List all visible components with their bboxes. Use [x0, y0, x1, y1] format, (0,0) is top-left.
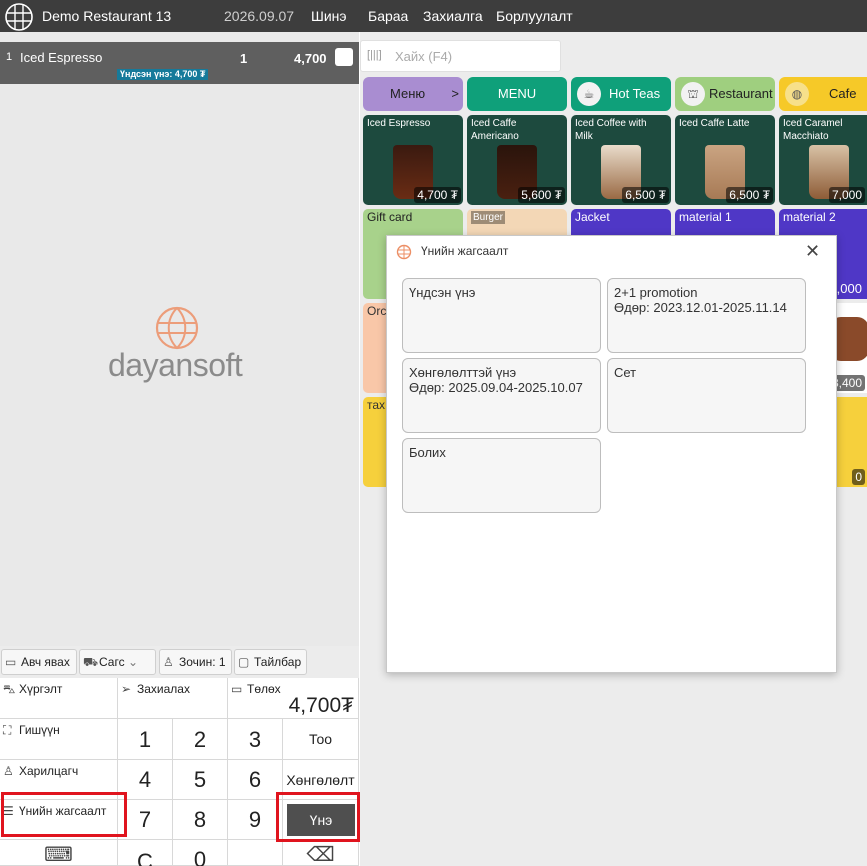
- digit-0-button[interactable]: 0: [173, 840, 228, 866]
- quantity-button[interactable]: Тоо: [283, 719, 359, 760]
- product-tile[interactable]: Iced Caffe Americano 5,600 ₮: [467, 115, 567, 205]
- chevron-right-icon: >: [451, 86, 459, 101]
- nav-sales[interactable]: Борлуулалт: [496, 7, 573, 25]
- cloche-icon: ⛫: [681, 82, 705, 106]
- coffee-bean-icon: ◍: [785, 82, 809, 106]
- price-option-set[interactable]: Сет: [607, 358, 806, 433]
- person-icon: ♙: [3, 764, 14, 778]
- delivery-button[interactable]: ⛍ Хүргэлт: [0, 678, 118, 719]
- send-icon: ➢: [121, 682, 132, 696]
- backspace-icon: ⌫: [306, 844, 335, 866]
- pay-button[interactable]: ▭ Төлөх 4,700₮: [228, 678, 359, 719]
- keyboard-button[interactable]: ⌨: [0, 840, 118, 866]
- member-icon: ⛶: [3, 723, 12, 737]
- comment-icon: ▢: [238, 655, 250, 669]
- product-tile[interactable]: Iced Caffe Latte 6,500 ₮: [675, 115, 775, 205]
- price-option-discount[interactable]: Хөнгөлөлттэй үнэ Өдөр: 2025.09.04-2025.1…: [402, 358, 601, 433]
- dayansoft-globe-icon: [155, 306, 199, 350]
- digit-1-button[interactable]: 1: [118, 719, 173, 760]
- pay-amount: 4,700₮: [288, 694, 354, 717]
- takeaway-icon: ▭: [5, 655, 17, 669]
- price-option-base[interactable]: Үндсэн үнэ: [402, 278, 601, 353]
- current-date: 2026.09.07: [224, 8, 295, 24]
- order-options-bar: ▭ Авч явах ⛟Сагс ⌄ ♙ Зочин: 1 ▢ Тайлбар: [0, 646, 359, 678]
- cart-icon: ⛟: [83, 655, 99, 669]
- price-list-dialog: Үнийн жагсаалт ✕ Үндсэн үнэ 2+1 promotio…: [386, 235, 837, 673]
- category-menu-en[interactable]: MENU: [467, 77, 567, 111]
- cancel-option[interactable]: Болих: [402, 438, 601, 513]
- digit-2-button[interactable]: 2: [173, 719, 228, 760]
- price-option-promotion[interactable]: 2+1 promotion Өдөр: 2023.12.01-2025.11.1…: [607, 278, 806, 353]
- search-placeholder: Хайх (F4): [395, 49, 453, 64]
- member-button[interactable]: ⛶ Гишүүн: [0, 719, 118, 760]
- digit-9-button[interactable]: 9: [228, 800, 283, 840]
- category-cafe[interactable]: ◍ Cafe: [779, 77, 867, 111]
- category-restaurant[interactable]: ⛫ Restaurant: [675, 77, 775, 111]
- highlight-price-button: [276, 792, 360, 842]
- digit-3-button[interactable]: 3: [228, 719, 283, 760]
- digit-8-button[interactable]: 8: [173, 800, 228, 840]
- chevron-down-icon: ⌄: [127, 655, 138, 669]
- app-title: Demo Restaurant 13: [42, 8, 172, 24]
- brand-name: dayansoft: [108, 347, 243, 383]
- guest-button[interactable]: ♙ Зочин: 1: [159, 649, 232, 675]
- place-order-button[interactable]: ➢ Захиалах: [118, 678, 228, 719]
- cart-row-name: Iced Espresso: [20, 50, 103, 65]
- globe-logo-icon[interactable]: [4, 2, 34, 32]
- takeaway-button[interactable]: ▭ Авч явах: [1, 649, 77, 675]
- close-icon[interactable]: ✕: [805, 241, 820, 262]
- top-bar: Demo Restaurant 13 2026.09.07 Шинэ Бараа…: [0, 0, 867, 32]
- nav-new[interactable]: Шинэ: [311, 7, 347, 25]
- car-icon: ⛍: [3, 682, 16, 696]
- product-tile[interactable]: Iced Espresso 4,700 ₮: [363, 115, 463, 205]
- clear-button[interactable]: C: [118, 840, 173, 866]
- product-tile[interactable]: Iced Coffee with Milk 6,500 ₮: [571, 115, 671, 205]
- highlight-price-list: [1, 792, 127, 837]
- tea-cup-icon: ☕: [577, 82, 601, 106]
- backspace-button[interactable]: ⌫: [283, 840, 359, 866]
- search-box[interactable]: [|||] Хайх (F4): [360, 40, 561, 72]
- person-icon: ♙: [163, 655, 174, 669]
- globe-icon: [396, 244, 412, 260]
- card-icon: ▭: [231, 682, 243, 696]
- note-button[interactable]: ▢ Тайлбар: [234, 649, 307, 675]
- dialog-title: Үнийн жагсаалт: [421, 244, 509, 258]
- digit-6-button[interactable]: 6: [228, 760, 283, 800]
- category-menu[interactable]: Меню >: [363, 77, 463, 111]
- barcode-scan-icon[interactable]: [|||]: [367, 49, 385, 63]
- cart-row-amount: 4,700: [294, 51, 327, 66]
- category-hot-teas[interactable]: ☕ Hot Teas: [571, 77, 671, 111]
- cart-row-qty: 1: [240, 51, 248, 66]
- cart-dropdown[interactable]: ⛟Сагс ⌄: [79, 649, 156, 675]
- product-tile[interactable]: Iced Caramel Macchiato 7,000: [779, 115, 867, 205]
- price-type-badge: Үндсэн үнэ: 4,700 ₮: [117, 69, 209, 80]
- cart-row-index: 1: [6, 51, 13, 63]
- cart-row-checkbox[interactable]: [335, 48, 353, 66]
- nav-products[interactable]: Бараа: [368, 7, 408, 25]
- cart-row[interactable]: 1 Iced Espresso Үндсэн үнэ: 4,700 ₮ 1 4,…: [0, 42, 359, 84]
- nav-orders[interactable]: Захиалга: [423, 7, 483, 25]
- keyboard-icon: ⌨: [44, 844, 73, 866]
- decimal-button[interactable]: .: [228, 840, 283, 866]
- digit-5-button[interactable]: 5: [173, 760, 228, 800]
- pos-app: Demo Restaurant 13 2026.09.07 Шинэ Бараа…: [0, 0, 867, 866]
